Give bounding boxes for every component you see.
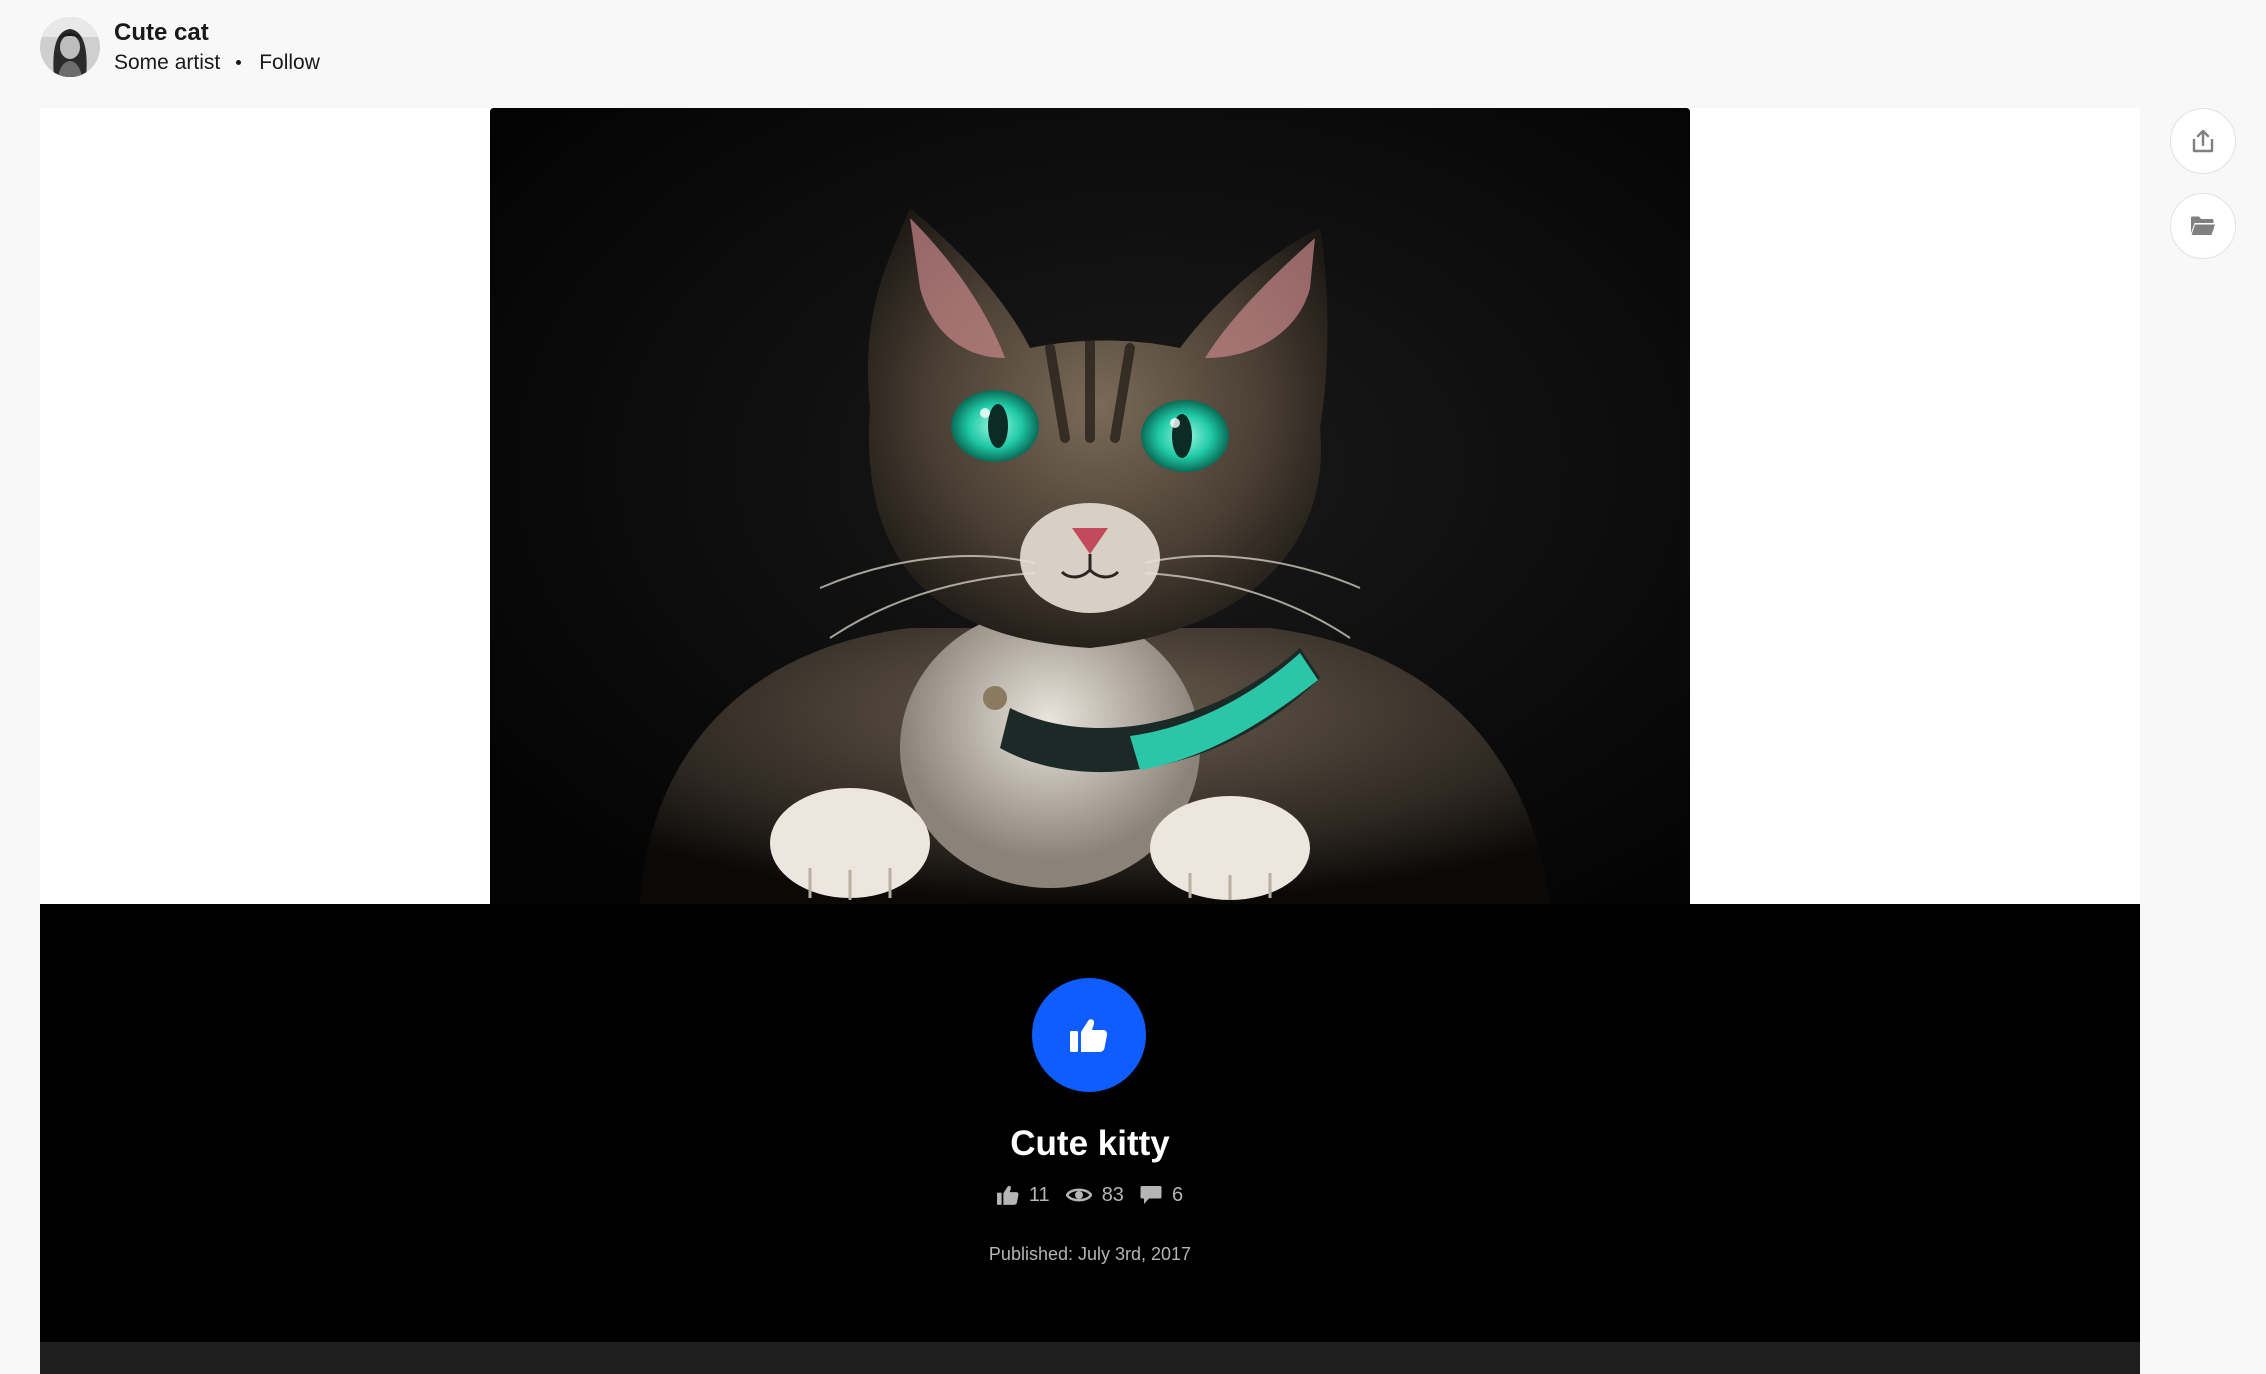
- thumbs-up-icon: [1070, 1019, 1108, 1052]
- project-card: Cute kitty 11 83 6 Published: July 3rd, …: [40, 108, 2140, 1374]
- share-icon: [2192, 129, 2214, 153]
- project-title: Cute cat: [114, 18, 209, 46]
- folder-icon: [2191, 216, 2215, 235]
- published-date: Published: July 3rd, 2017: [988, 1244, 1192, 1264]
- save-to-collection-button[interactable]: [2170, 193, 2236, 259]
- owner-name-link[interactable]: Some artist: [114, 49, 220, 77]
- share-button[interactable]: [2170, 108, 2236, 174]
- thumbs-up-icon: [996, 1185, 1019, 1205]
- project-info-panel: Cute kitty 11 83 6 Published: July 3rd, …: [40, 904, 2140, 1342]
- project-header: Cute cat Some artist Follow: [40, 16, 320, 78]
- owner-line: Some artist Follow: [114, 49, 320, 77]
- speech-bubble-icon: [1140, 1186, 1162, 1204]
- comments-stat: 6: [1140, 1182, 1183, 1208]
- project-image-area: [40, 108, 2140, 904]
- appreciate-button[interactable]: [1032, 978, 1146, 1092]
- side-actions: [2170, 108, 2236, 278]
- appreciations-stat: 11: [996, 1182, 1050, 1208]
- separator-dot: [236, 60, 242, 65]
- views-stat: 83: [1065, 1182, 1124, 1208]
- comments-count: 6: [1171, 1184, 1184, 1206]
- comments-section-edge: [40, 1342, 2140, 1374]
- follow-button[interactable]: Follow: [259, 49, 320, 77]
- eye-icon: [1065, 1188, 1092, 1202]
- avatar[interactable]: [40, 17, 100, 77]
- appreciations-count: 11: [1028, 1184, 1050, 1206]
- views-count: 83: [1101, 1184, 1124, 1206]
- project-name: Cute kitty: [1010, 1124, 1170, 1163]
- stats-row: 11 83 6: [40, 1182, 2140, 1208]
- project-image[interactable]: [490, 108, 1690, 904]
